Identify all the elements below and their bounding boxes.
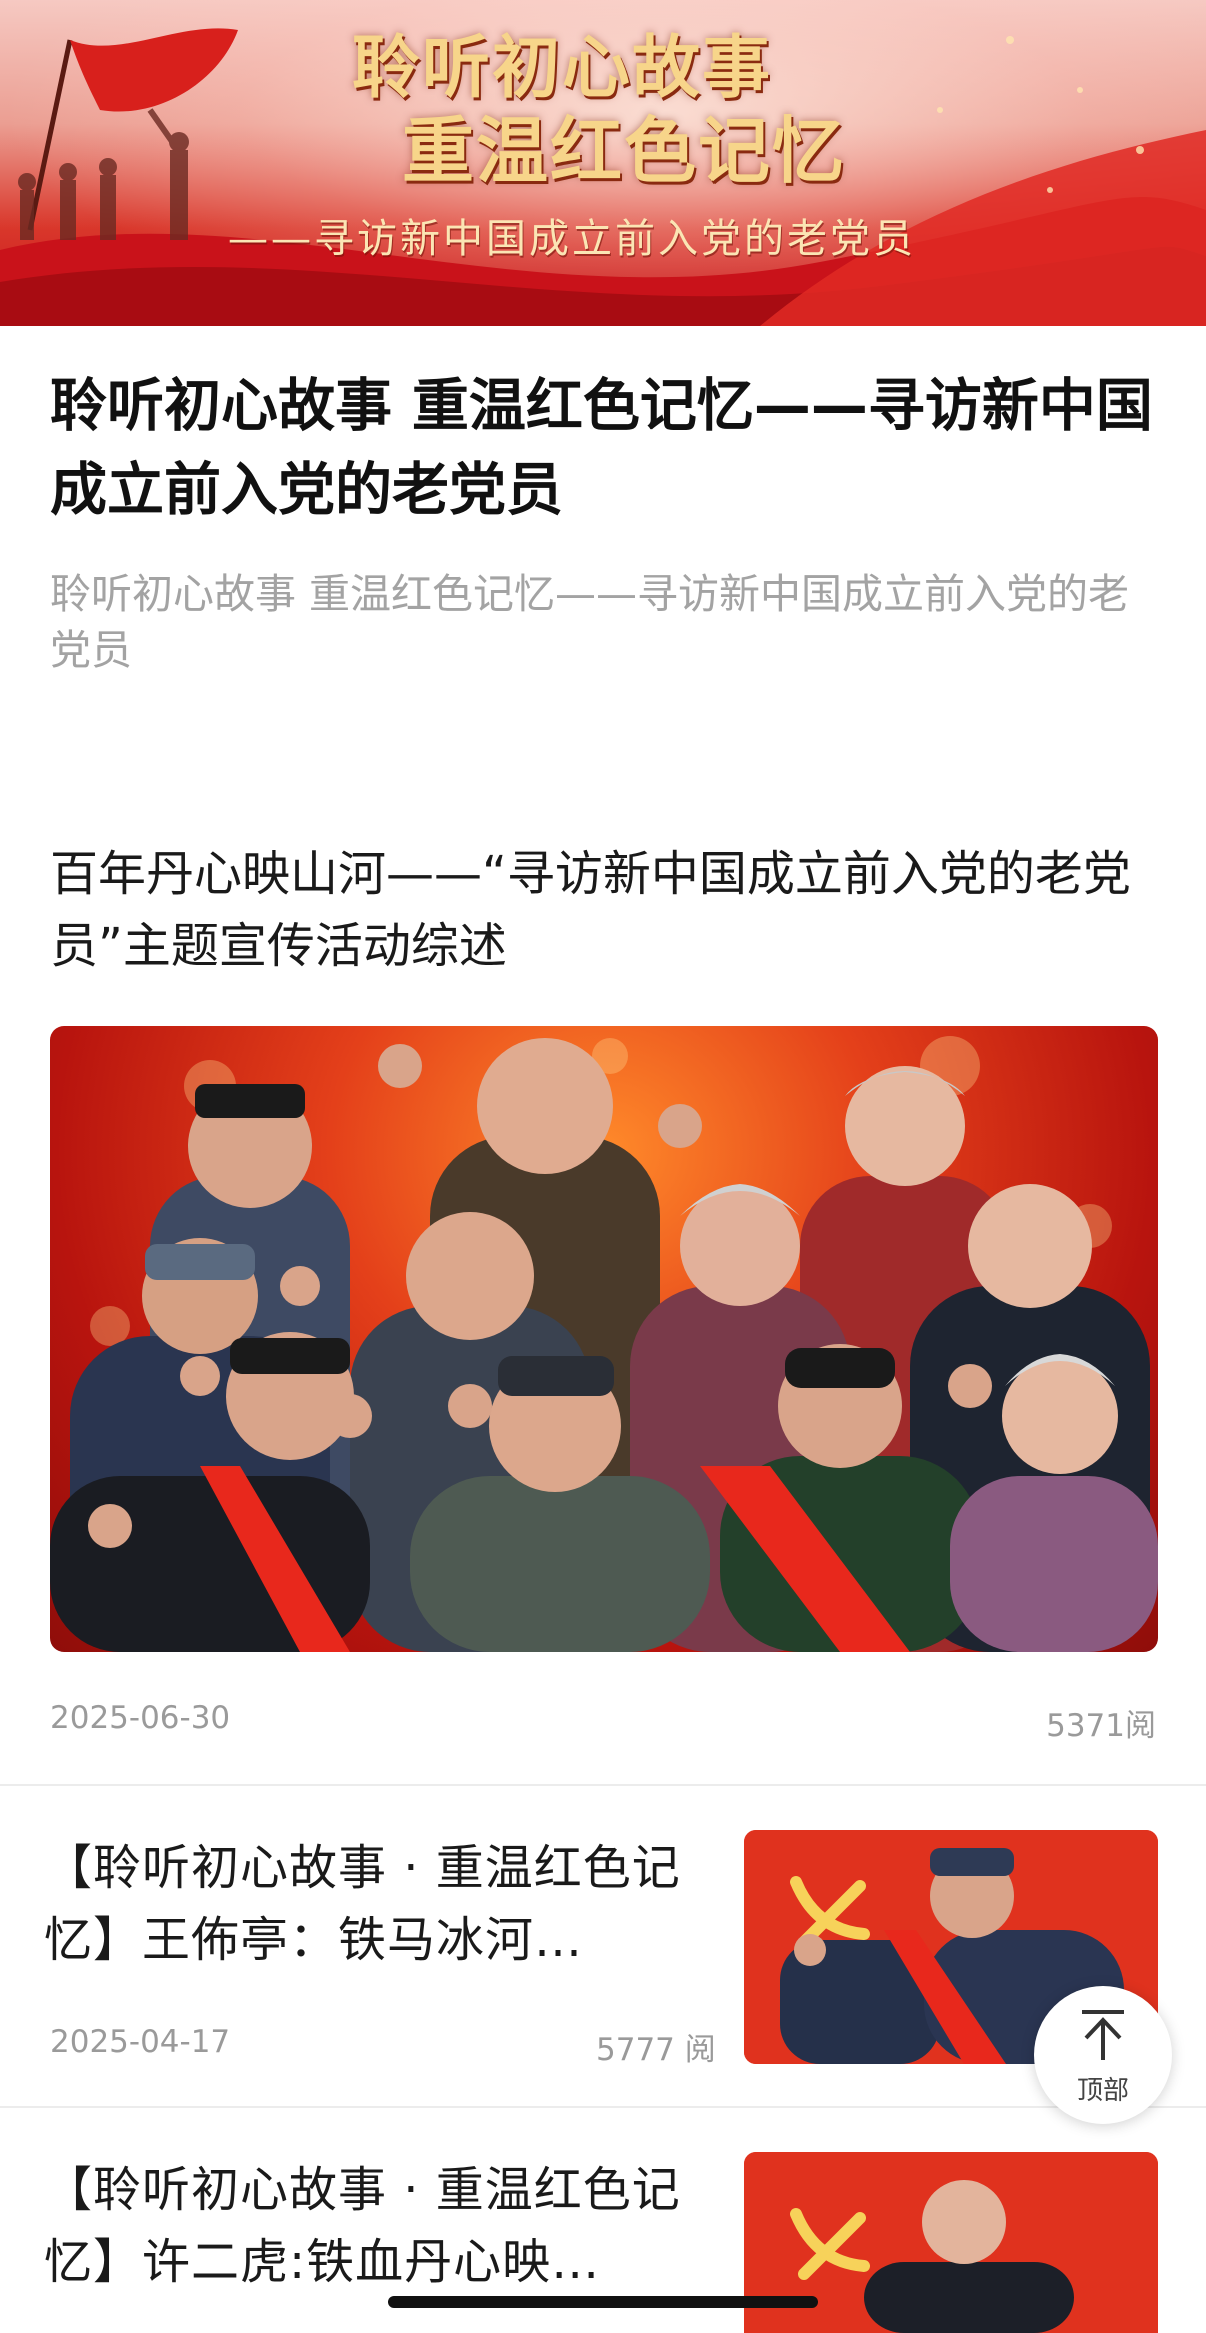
featured-article-image[interactable] [50, 1026, 1158, 1652]
article-read-count: 5777 阅 [596, 2032, 716, 2068]
article-date: 2025-04-17 [50, 2024, 231, 2060]
back-to-top-button[interactable]: 顶部 [1034, 1986, 1172, 2124]
banner-title-line2: 重温红色记忆 [402, 108, 847, 193]
header-banner: 聆听初心故事 重温红色记忆 ——寻访新中国成立前入党的老党员 [0, 0, 1206, 326]
page-summary: 聆听初心故事 重温红色记忆——寻访新中国成立前入党的老党员 [50, 570, 1130, 674]
article-title[interactable]: 【聆听初心故事 · 重温红色记忆】王佈亭：铁马冰河… [44, 1832, 716, 1976]
featured-date: 2025-06-30 [50, 1700, 231, 1736]
divider [0, 2106, 1206, 2108]
divider [0, 1784, 1206, 1786]
featured-read-count: 5371阅 [1046, 1708, 1156, 1744]
group-portrait-graphic [50, 1036, 1158, 1652]
home-indicator[interactable] [388, 2296, 818, 2308]
back-to-top-label: 顶部 [1076, 2076, 1129, 2106]
article-title[interactable]: 【聆听初心故事 · 重温红色记忆】许二虎:铁血丹心映… [44, 2154, 716, 2298]
page-title: 聆听初心故事 重温红色记忆——寻访新中国成立前入党的老党员 [50, 373, 1153, 523]
banner-subtitle: ——寻访新中国成立前入党的老党员 [228, 216, 916, 262]
arrow-up-icon [1082, 2010, 1124, 2060]
featured-article-title[interactable]: 百年丹心映山河——“寻访新中国成立前入党的老党员”主题宣传活动综述 [50, 838, 1160, 982]
